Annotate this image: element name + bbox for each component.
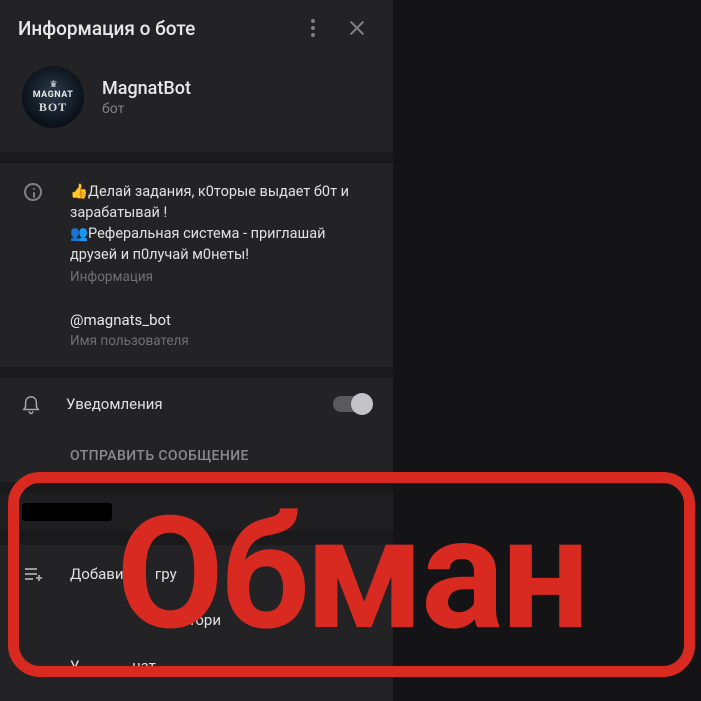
panel-header: Информация о боте <box>0 0 393 56</box>
close-icon <box>348 19 366 37</box>
chat-background <box>393 0 701 701</box>
bot-info-panel: Информация о боте ♛ MAGNAT BOT MagnatBot… <box>0 0 393 701</box>
bot-subtitle: бот <box>102 101 191 117</box>
bell-icon <box>22 394 40 414</box>
close-button[interactable] <box>339 10 375 46</box>
avatar-text-line1: MAGNAT <box>33 91 74 100</box>
section-divider <box>0 482 393 493</box>
action-list: Добавить в гру Очистить истори Удалить ч… <box>0 545 393 689</box>
more-vertical-icon <box>311 19 315 37</box>
action-label: Удалить чат <box>70 657 156 675</box>
bot-name: MagnatBot <box>102 78 191 99</box>
profile-section: ♛ MAGNAT BOT MagnatBot бот <box>0 56 393 152</box>
info-icon <box>24 183 42 201</box>
username-caption: Имя пользователя <box>70 333 371 349</box>
crown-icon: ♛ <box>49 81 56 90</box>
notifications-row[interactable]: Уведомления <box>0 378 393 430</box>
action-label: Очистить истори <box>70 611 221 629</box>
header-title: Информация о боте <box>18 17 295 40</box>
avatar-text-line2: BOT <box>39 101 67 113</box>
more-options-button[interactable] <box>295 10 331 46</box>
username-value: @magnats_bot <box>70 311 371 329</box>
section-divider <box>0 152 393 163</box>
add-to-group-button[interactable]: Добавить в гру <box>0 551 393 597</box>
bio-section[interactable]: 👍Делай задания, к0торые выдает б0т и зар… <box>0 163 393 303</box>
toggle-knob <box>351 393 373 415</box>
section-divider <box>0 531 393 545</box>
redacted-row <box>0 493 393 531</box>
send-message-button[interactable]: ОТПРАВИТЬ СООБЩЕНИЕ <box>0 430 393 482</box>
clear-history-button[interactable]: Очистить истори <box>0 597 393 643</box>
delete-chat-button[interactable]: Удалить чат <box>0 643 393 689</box>
redacted-content <box>22 503 112 521</box>
notifications-toggle[interactable] <box>333 396 371 412</box>
action-label: Добавить в гру <box>70 565 177 583</box>
avatar[interactable]: ♛ MAGNAT BOT <box>22 66 84 128</box>
notifications-label: Уведомления <box>66 395 307 413</box>
username-section[interactable]: @magnats_bot Имя пользователя <box>0 303 393 367</box>
list-add-icon <box>22 566 44 582</box>
bio-line-2: 👥Реферальная система - приглашай друзей … <box>70 223 371 265</box>
bio-caption: Информация <box>70 269 371 285</box>
bio-line-1: 👍Делай задания, к0торые выдает б0т и зар… <box>70 181 371 223</box>
section-divider <box>0 367 393 378</box>
header-actions <box>295 10 375 46</box>
